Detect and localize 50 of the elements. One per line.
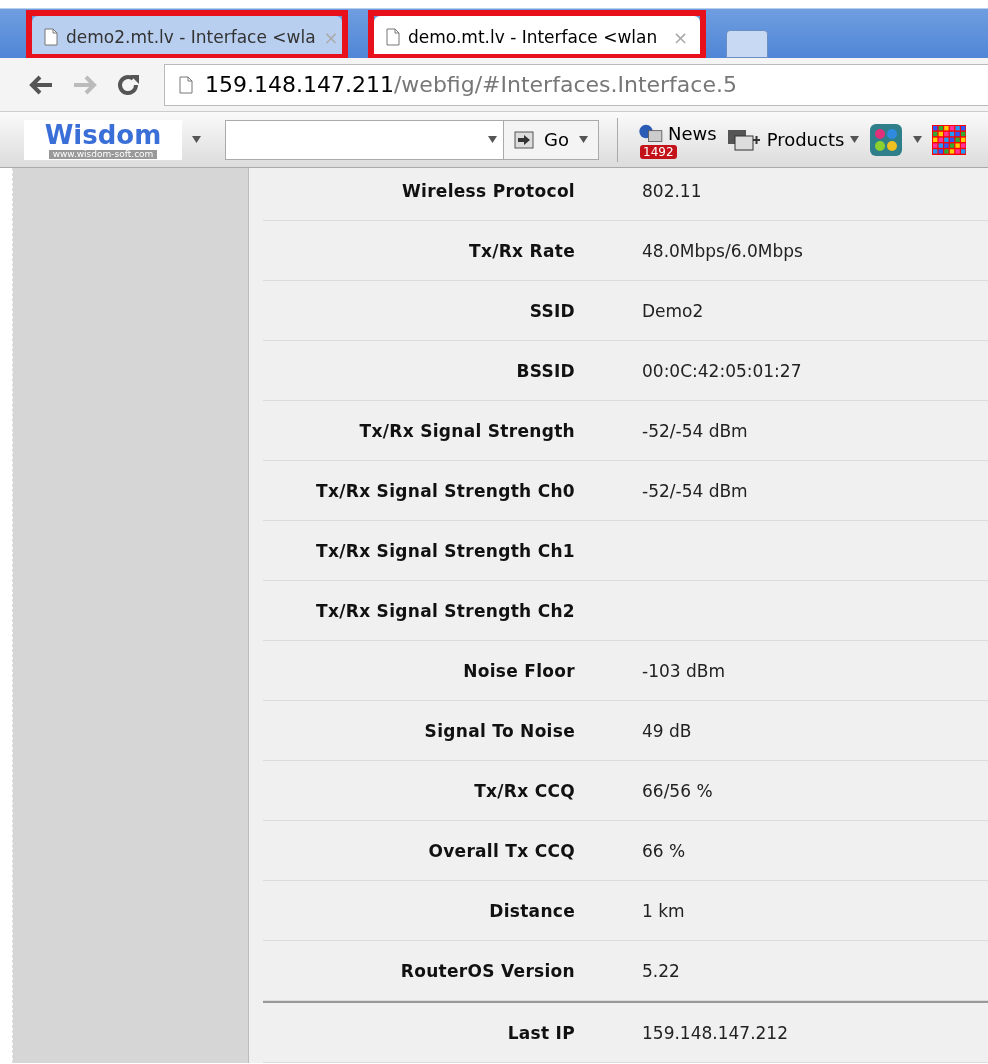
caret-icon[interactable]: [192, 136, 201, 143]
caret-icon[interactable]: [850, 136, 860, 143]
field-value: -52/-54 dBm: [642, 420, 748, 441]
wisdom-logo[interactable]: Wisdom www.wisdom-soft.com: [24, 119, 182, 160]
address-field[interactable]: 159.148.147.211/webfig/#Interfaces.Interface.5: [164, 63, 988, 106]
search-field[interactable]: Go: [225, 119, 599, 160]
field-value: 66 %: [642, 840, 686, 861]
field-label: SSID: [528, 300, 575, 321]
count-badge: 1492: [640, 144, 677, 159]
grid-icon[interactable]: [932, 124, 967, 155]
field-label: Tx/Rx Signal Strength: [358, 420, 575, 441]
go-button[interactable]: Go: [503, 120, 598, 159]
field-label: BSSID: [515, 360, 575, 381]
app-icon[interactable]: [869, 122, 904, 157]
field-label: RouterOS Version: [399, 960, 575, 981]
field-value: 49 dB: [642, 720, 692, 741]
field-value: 5.22: [642, 960, 680, 981]
field-value: 48.0Mbps/6.0Mbps: [642, 240, 803, 261]
field-label: Tx/Rx Signal Strength Ch1: [315, 540, 575, 561]
field-value: 159.148.147.212: [642, 1022, 788, 1043]
field-value: 00:0C:42:05:01:27: [642, 360, 802, 381]
caret-icon[interactable]: [488, 136, 498, 143]
field-label: Distance: [488, 900, 575, 921]
field-value: Demo2: [642, 300, 704, 321]
field-label: Signal To Noise: [423, 720, 575, 741]
field-label: Last IP: [506, 1022, 575, 1043]
logo-text: Wisdom: [44, 120, 162, 150]
field-value: 802.11: [642, 180, 702, 201]
news-button[interactable]: News: [636, 123, 717, 144]
reload-icon[interactable]: [116, 72, 140, 97]
field-value: 66/56 %: [642, 780, 713, 801]
field-value: 1 km: [642, 900, 685, 921]
caret-icon[interactable]: [579, 136, 588, 143]
field-label: Tx/Rx Rate: [468, 240, 575, 261]
windows-icon: [726, 127, 761, 152]
back-icon[interactable]: [28, 73, 54, 96]
field-label: Tx/Rx Signal Strength Ch0: [315, 480, 575, 501]
field-label: Wireless Protocol: [400, 180, 575, 201]
field-label: Tx/Rx Signal Strength Ch2: [315, 600, 575, 621]
field-label: Tx/Rx CCQ: [473, 780, 575, 801]
page-icon: [44, 28, 58, 46]
logo-url: www.wisdom-soft.com: [48, 150, 158, 159]
field-label: Overall Tx CCQ: [427, 840, 575, 861]
field-value: -52/-54 dBm: [642, 480, 748, 501]
field-value: -103 dBm: [642, 660, 725, 681]
page-icon: [386, 28, 400, 46]
caret-icon[interactable]: [913, 136, 923, 143]
field-label: Noise Floor: [462, 660, 575, 681]
page-icon: [179, 75, 193, 94]
products-button[interactable]: Products: [726, 127, 860, 152]
